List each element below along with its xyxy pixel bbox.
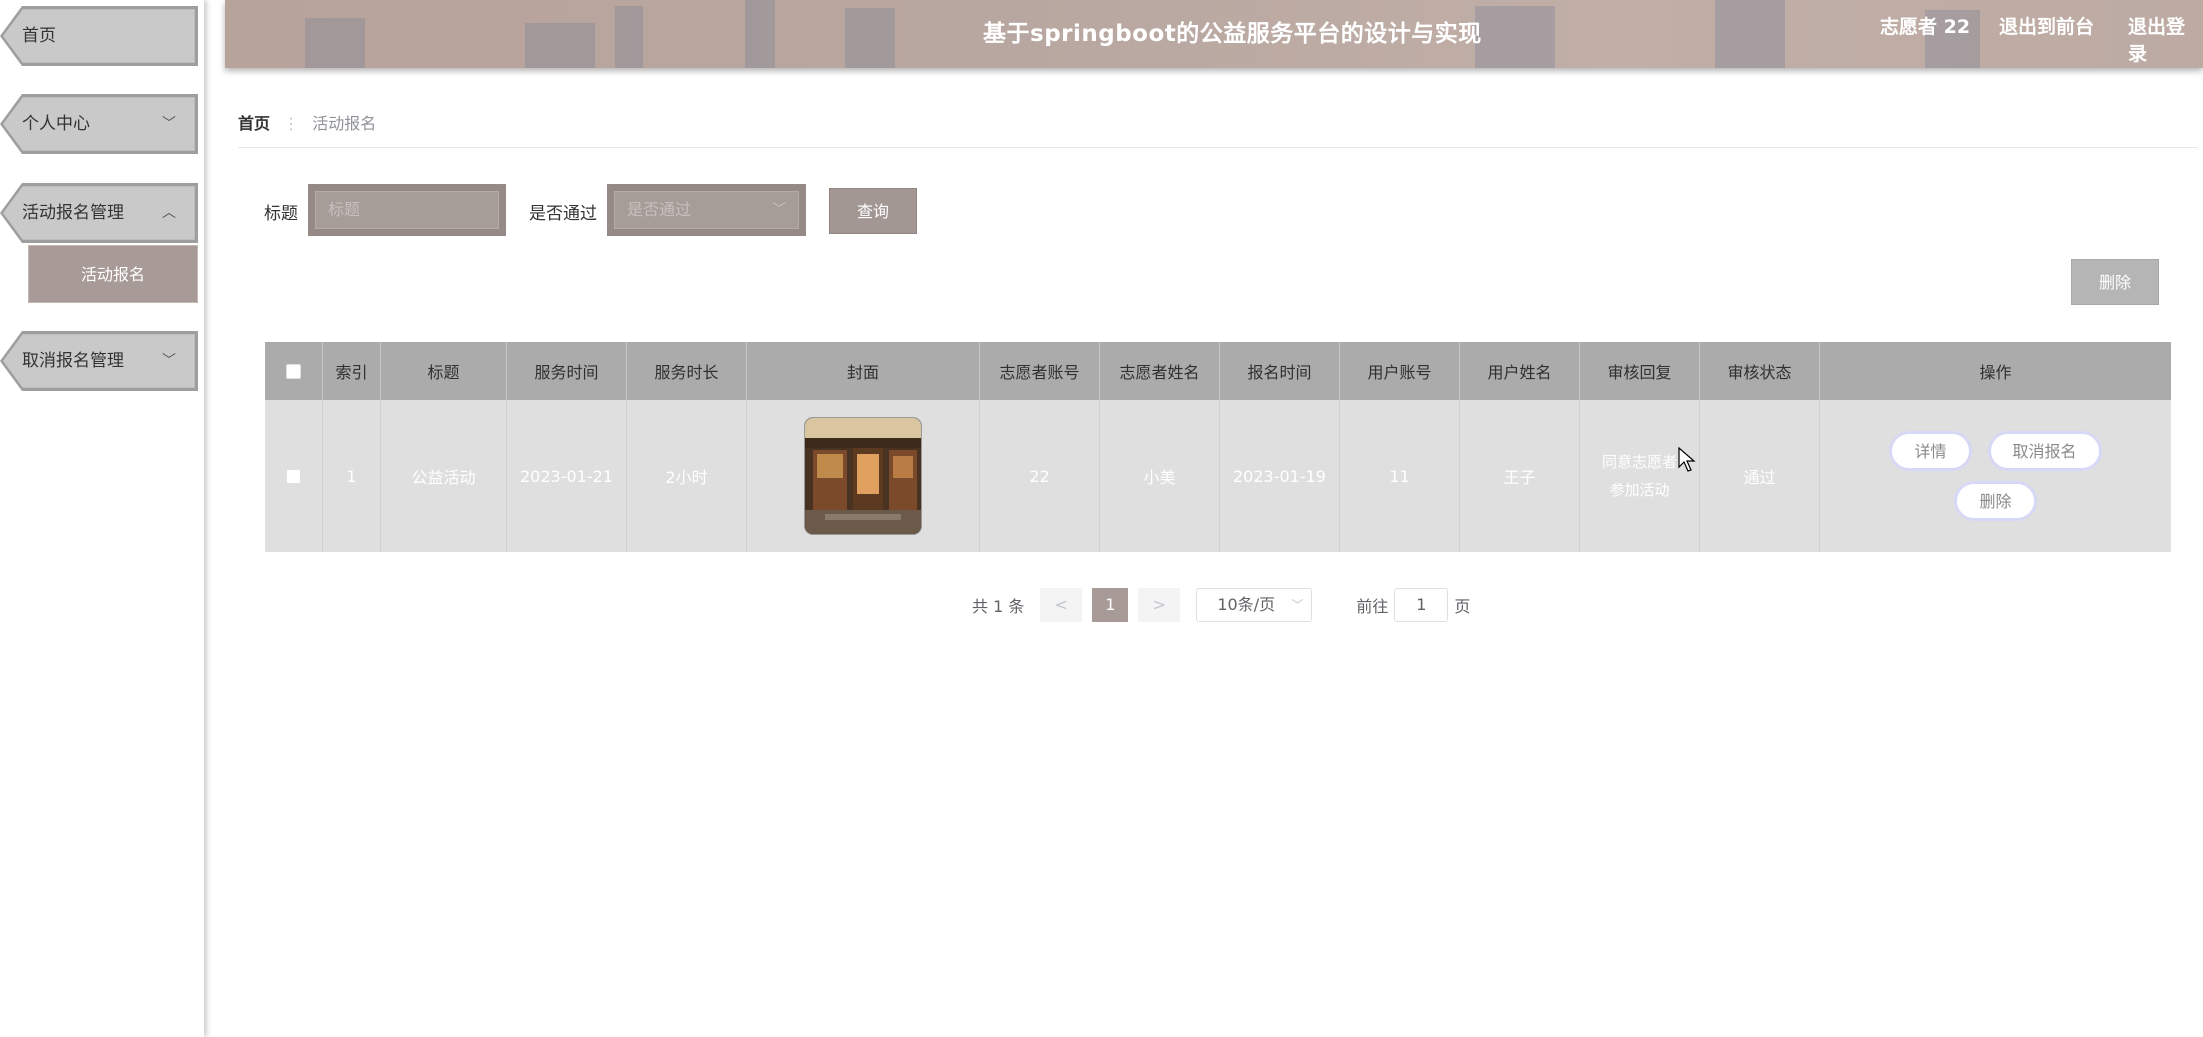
skyline-decoration <box>745 0 775 68</box>
sidebar-item-cancel-management[interactable]: 取消报名管理 ﹀ <box>0 331 198 391</box>
column-header: 封面 <box>747 342 980 400</box>
cancel-signup-button[interactable]: 取消报名 <box>1987 431 2102 471</box>
sidebar-item-label: 首页 <box>22 26 56 46</box>
prev-page-button[interactable]: < <box>1040 588 1083 622</box>
batch-delete-button[interactable]: 删除 <box>2071 259 2159 305</box>
sidebar-item-home[interactable]: 首页 <box>0 6 198 66</box>
top-header: 基于springboot的公益服务平台的设计与实现 志愿者 22 退出到前台 退… <box>225 0 2203 68</box>
cell-volunteer-name: 小美 <box>1100 400 1220 552</box>
pagination: 共 1 条 < 1 > 10条/页 ﹀ 前往 1 页 <box>972 588 1470 622</box>
column-header: 标题 <box>381 342 507 400</box>
pass-filter-label: 是否通过 <box>529 204 597 224</box>
next-page-button[interactable]: > <box>1138 588 1181 622</box>
divider <box>238 147 2198 148</box>
table-row: 1 公益活动 2023-01-21 2小时 22 小美 2023-01-19 1… <box>265 400 2171 552</box>
skyline-decoration <box>1715 0 1785 68</box>
page-number[interactable]: 1 <box>1092 588 1129 622</box>
breadcrumb-separator: ⋮ <box>283 114 300 133</box>
column-header: 操作 <box>1979 363 2012 382</box>
sidebar-item-label: 个人中心 <box>22 114 90 134</box>
sidebar-item-label: 活动报名管理 <box>22 203 124 223</box>
row-checkbox[interactable] <box>286 468 301 484</box>
skyline-decoration <box>305 18 365 68</box>
column-header: 报名时间 <box>1220 342 1340 400</box>
column-header: 审核状态 <box>1700 342 1820 400</box>
cell-user-name: 王子 <box>1460 400 1580 552</box>
chevron-down-icon: ﹀ <box>162 116 176 132</box>
chevron-down-icon: ﹀ <box>772 202 786 218</box>
column-header: 审核回复 <box>1580 342 1700 400</box>
detail-button[interactable]: 详情 <box>1889 431 1972 471</box>
skyline-decoration <box>1475 6 1555 68</box>
breadcrumb-home[interactable]: 首页 <box>238 114 270 133</box>
sidebar-item-personal-center[interactable]: 个人中心 ﹀ <box>0 94 198 154</box>
page-size-value: 10条/页 <box>1217 595 1276 614</box>
chevron-down-icon: ﹀ <box>1291 598 1304 612</box>
total-count: 共 1 条 <box>972 597 1025 616</box>
app-title: 基于springboot的公益服务平台的设计与实现 <box>983 21 1482 47</box>
column-header: 志愿者账号 <box>980 342 1100 400</box>
cell-signup-time: 2023-01-19 <box>1220 400 1340 552</box>
signup-table: 索引 标题 服务时间 服务时长 封面 志愿者账号 志愿者姓名 报名时间 用户账号… <box>265 342 2171 552</box>
column-header: 志愿者姓名 <box>1100 342 1220 400</box>
column-header: 服务时长 <box>627 342 747 400</box>
title-search-input[interactable]: 标题 <box>308 184 506 236</box>
row-delete-button[interactable]: 删除 <box>1954 481 2037 521</box>
storefront-image <box>805 418 921 534</box>
current-user: 志愿者 22 <box>1880 16 1971 38</box>
column-header: 用户账号 <box>1340 342 1460 400</box>
cell-duration: 2小时 <box>627 400 747 552</box>
cover-image[interactable] <box>805 418 921 534</box>
pass-filter-select[interactable]: 是否通过 ﹀ <box>607 184 806 236</box>
skyline-decoration <box>525 23 595 68</box>
goto-label: 前往 <box>1356 597 1389 616</box>
logout-link[interactable]: 退出登录 <box>2128 12 2203 66</box>
column-header: 索引 <box>323 342 381 400</box>
page-unit-label: 页 <box>1454 597 1471 616</box>
chevron-down-icon: ﹀ <box>162 353 176 369</box>
page-size-select[interactable]: 10条/页 ﹀ <box>1196 588 1313 622</box>
breadcrumb: 首页 ⋮ 活动报名 <box>238 110 376 134</box>
table-header: 索引 标题 服务时间 服务时长 封面 志愿者账号 志愿者姓名 报名时间 用户账号… <box>265 342 2171 400</box>
skyline-decoration <box>615 6 643 68</box>
chevron-up-icon: ︿ <box>162 205 176 221</box>
review-reply-line: 参加活动 <box>1609 481 1670 499</box>
query-button[interactable]: 查询 <box>829 188 917 234</box>
cell-review-reply: 同意志愿者 参加活动 <box>1580 400 1700 552</box>
back-to-front-link[interactable]: 退出到前台 <box>1999 12 2094 39</box>
goto-page-input[interactable]: 1 <box>1394 588 1449 622</box>
skyline-decoration <box>845 8 895 68</box>
sidebar: 首页 个人中心 ﹀ 活动报名管理 ︿ 活动报名 取消报名管理 ﹀ <box>0 0 204 1037</box>
sidebar-subitem-activity-signup[interactable]: 活动报名 <box>28 245 198 303</box>
select-all-cell <box>265 342 323 400</box>
pass-filter-placeholder: 是否通过 <box>627 200 692 219</box>
column-header: 用户姓名 <box>1460 342 1580 400</box>
cell-index: 1 <box>323 400 381 552</box>
mouse-cursor-icon <box>1678 447 1696 472</box>
cell-service-time: 2023-01-21 <box>507 400 627 552</box>
column-header: 服务时间 <box>507 342 627 400</box>
cell-volunteer-account: 22 <box>980 400 1100 552</box>
sidebar-item-label: 取消报名管理 <box>22 351 124 371</box>
select-all-checkbox[interactable] <box>286 363 301 379</box>
cell-title: 公益活动 <box>381 400 507 552</box>
cell-status: 通过 <box>1700 400 1820 552</box>
title-search-placeholder: 标题 <box>315 191 499 229</box>
cell-actions: 详情 取消报名 删除 <box>1820 400 2171 552</box>
sidebar-item-signup-management[interactable]: 活动报名管理 ︿ <box>0 183 198 243</box>
breadcrumb-current: 活动报名 <box>312 114 377 133</box>
review-reply-line: 同意志愿者 <box>1601 453 1677 471</box>
title-filter-label: 标题 <box>264 204 298 224</box>
cell-user-account: 11 <box>1340 400 1460 552</box>
